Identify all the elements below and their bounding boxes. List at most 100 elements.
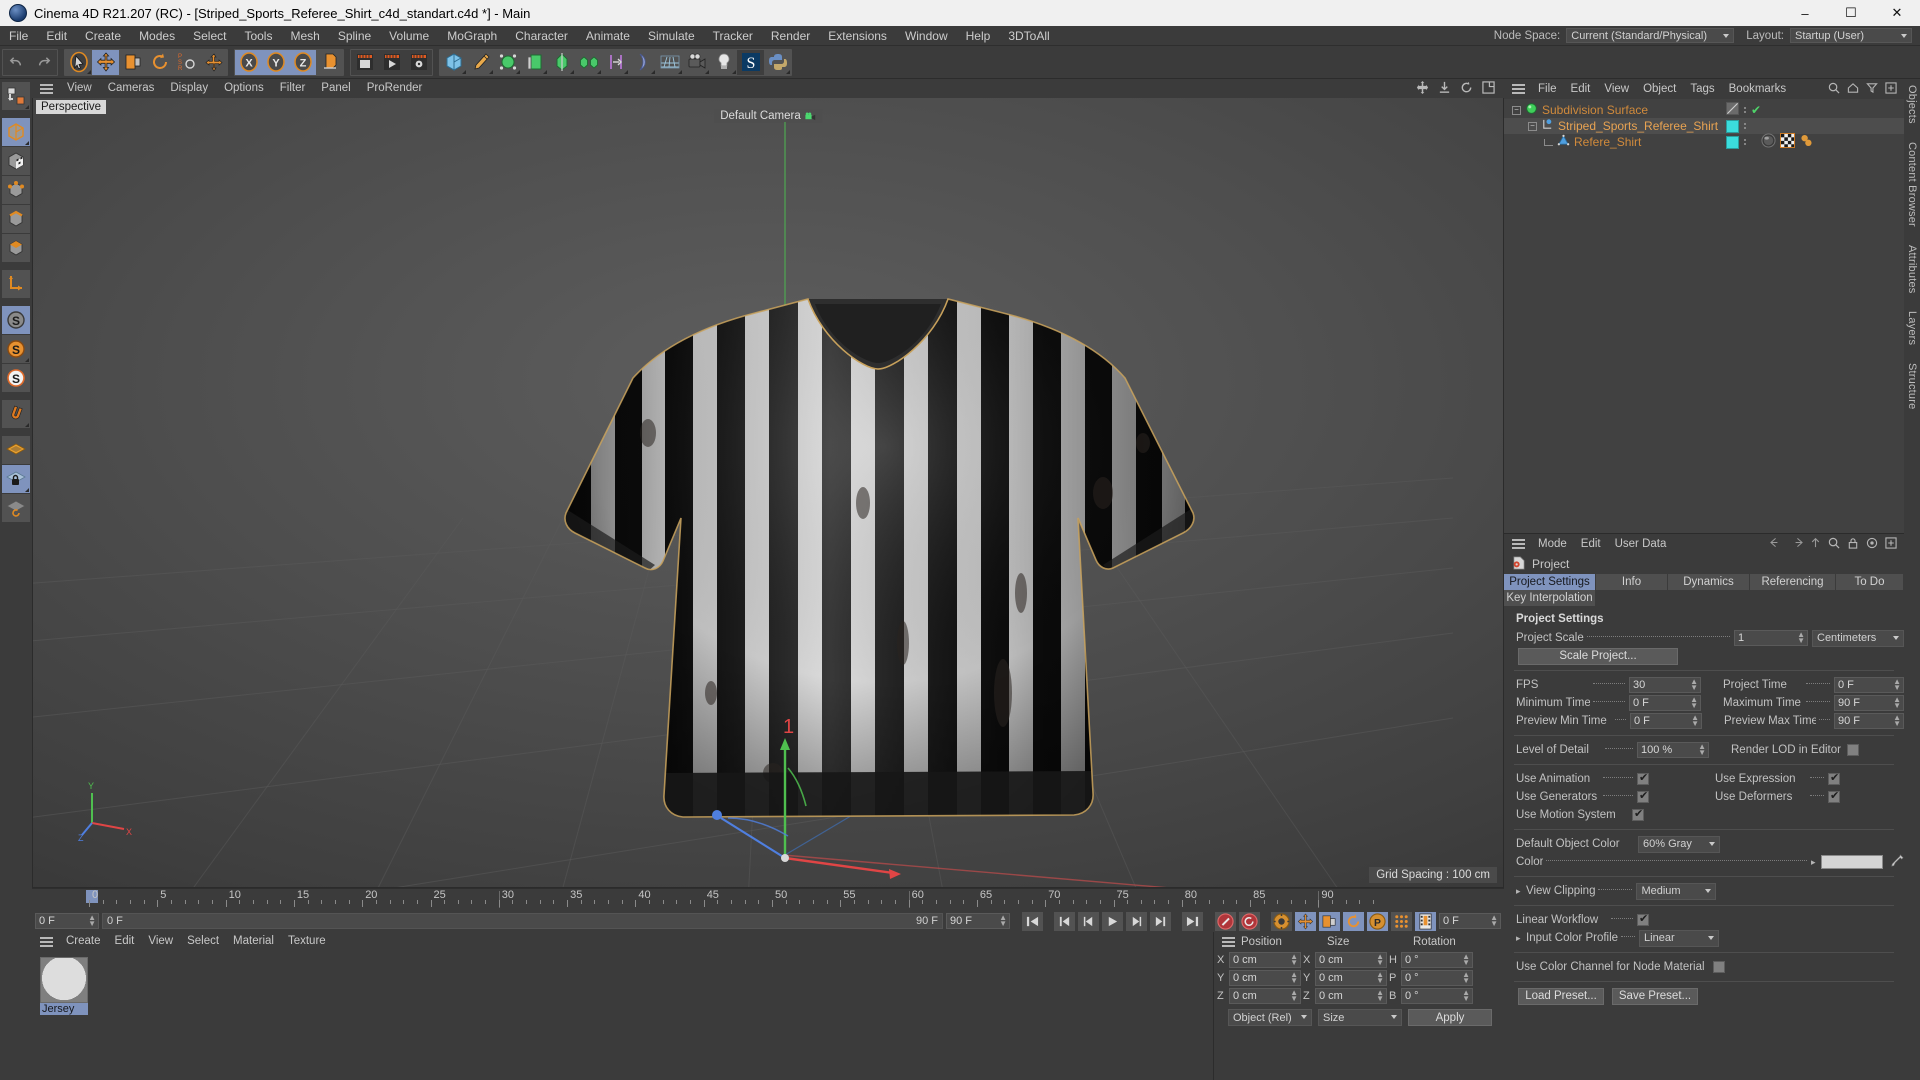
select-tool-icon[interactable] xyxy=(65,49,92,75)
pan-view-icon[interactable] xyxy=(1416,80,1429,97)
key-rotation-icon[interactable] xyxy=(1343,911,1364,931)
object-add-panel-icon[interactable] xyxy=(1885,81,1897,97)
object-name[interactable]: Refere_Shirt xyxy=(1574,135,1641,149)
points-mode-icon[interactable] xyxy=(2,176,30,204)
object-home-icon[interactable] xyxy=(1847,82,1859,97)
object-row-subdivision-surface[interactable]: − Subdivision Surface ✔ xyxy=(1504,102,1904,118)
rotation-p-input[interactable]: 0 ° ▲ ▼ xyxy=(1401,970,1473,986)
light-icon[interactable] xyxy=(710,49,737,75)
maximum-time-input[interactable]: 90 F ▲ ▼ xyxy=(1834,695,1904,711)
autokeying-icon[interactable] xyxy=(1239,911,1260,931)
world-coordinate-icon[interactable] xyxy=(316,49,343,75)
rotation-h-spinner[interactable]: ▲ ▼ xyxy=(1462,953,1470,967)
layout-select[interactable]: Startup (User) xyxy=(1790,28,1912,43)
coordinates-hamburger-icon[interactable] xyxy=(1222,935,1235,949)
apply-button[interactable]: Apply xyxy=(1408,1009,1492,1026)
viewport-menu-display[interactable]: Display xyxy=(162,79,216,98)
menu-item-render[interactable]: Render xyxy=(762,26,819,46)
array-generator-icon[interactable] xyxy=(521,49,548,75)
menu-item-window[interactable]: Window xyxy=(896,26,957,46)
timeline-ruler[interactable]: 0 5 10 15 20 25 30 35 40 45 50 55 60 65 70 75 80 85 90 xyxy=(32,888,1504,910)
fps-input[interactable]: 30 ▲ ▼ xyxy=(1629,677,1701,693)
workplane-align-icon[interactable] xyxy=(2,494,30,522)
uvw-tag-icon[interactable] xyxy=(1780,133,1795,151)
attr-back-icon[interactable] xyxy=(1770,537,1783,551)
attribute-hamburger-icon[interactable] xyxy=(1512,537,1525,551)
deformer-icon[interactable] xyxy=(602,49,629,75)
axis-modify-icon[interactable] xyxy=(2,270,30,298)
material-menu-create[interactable]: Create xyxy=(59,932,108,951)
phong-tag-icon[interactable] xyxy=(1799,133,1814,151)
attr-up-icon[interactable] xyxy=(1810,537,1821,551)
viewport-menu-cameras[interactable]: Cameras xyxy=(100,79,163,98)
world-object-axis-icon[interactable] xyxy=(200,49,227,75)
menu-item-3dtoall[interactable]: 3DToAll xyxy=(999,26,1058,46)
undo-icon[interactable] xyxy=(3,49,30,75)
object-tree[interactable]: − Subdivision Surface ✔ − Striped_Sports… xyxy=(1504,99,1904,533)
enable-snapping-icon[interactable]: S xyxy=(2,306,30,334)
menu-item-simulate[interactable]: Simulate xyxy=(639,26,704,46)
spline-pen-icon[interactable] xyxy=(467,49,494,75)
attr-menu-mode[interactable]: Mode xyxy=(1531,534,1574,554)
position-z-input[interactable]: 0 cm ▲ ▼ xyxy=(1229,988,1301,1004)
keyframe-selection-icon[interactable] xyxy=(1271,911,1292,931)
end-frame-input[interactable]: 90 F ▲ ▼ xyxy=(946,913,1010,929)
menu-item-extensions[interactable]: Extensions xyxy=(819,26,896,46)
viewport-menu-panel[interactable]: Panel xyxy=(313,79,358,98)
side-tab-attributes[interactable]: Attributes xyxy=(1906,245,1918,293)
coordinate-size-select[interactable]: Size xyxy=(1318,1009,1402,1026)
current-frame-spinner[interactable]: ▲ ▼ xyxy=(88,914,96,928)
size-y-input[interactable]: 0 cm ▲ ▼ xyxy=(1315,970,1387,986)
transform-gizmo[interactable]: 1 xyxy=(633,688,933,888)
workplane-icon[interactable] xyxy=(2,436,30,464)
position-y-spinner[interactable]: ▲ ▼ xyxy=(1290,971,1298,985)
point-level-animation-icon[interactable] xyxy=(1391,911,1412,931)
enabled-check-icon[interactable]: ✔ xyxy=(1751,103,1761,117)
tab-info[interactable]: Info xyxy=(1596,574,1668,590)
size-z-spinner[interactable]: ▲ ▼ xyxy=(1376,989,1384,1003)
material-name[interactable]: Jersey xyxy=(40,1003,88,1015)
object-row-striped-sports-referee-shirt[interactable]: − Striped_Sports_Referee_Shirt xyxy=(1504,118,1904,134)
load-preset-button[interactable]: Load Preset... xyxy=(1518,987,1604,1005)
attr-forward-icon[interactable] xyxy=(1790,537,1803,551)
viewport-menu-prorender[interactable]: ProRender xyxy=(359,79,431,98)
minimum-time-spinner[interactable]: ▲ ▼ xyxy=(1690,696,1698,710)
rotation-b-spinner[interactable]: ▲ ▼ xyxy=(1462,989,1470,1003)
attr-target-icon[interactable] xyxy=(1866,537,1878,552)
close-button[interactable]: ✕ xyxy=(1874,0,1920,26)
side-tab-content-browser[interactable]: Content Browser xyxy=(1906,142,1918,227)
attr-menu-user-data[interactable]: User Data xyxy=(1608,534,1674,554)
go-to-end-button[interactable] xyxy=(1182,911,1203,931)
menu-item-tools[interactable]: Tools xyxy=(235,26,281,46)
material-menu-select[interactable]: Select xyxy=(180,932,226,951)
preview-max-spinner[interactable]: ▲ ▼ xyxy=(1893,714,1901,728)
render-settings-icon[interactable] xyxy=(405,49,432,75)
view-clipping-expand-arrow-icon[interactable]: ▸ xyxy=(1516,886,1526,897)
play-button[interactable] xyxy=(1102,911,1123,931)
floor-environment-icon[interactable] xyxy=(656,49,683,75)
key-parameter-icon[interactable]: P xyxy=(1367,911,1388,931)
zoom-view-icon[interactable] xyxy=(1438,81,1451,97)
project-unit-select[interactable]: Centimeters xyxy=(1812,629,1904,647)
object-filter-icon[interactable] xyxy=(1866,82,1878,97)
material-preview-swatch[interactable] xyxy=(40,957,88,1003)
viewport-3d[interactable]: Perspective Default Camera 1 Y X Z Grid … xyxy=(32,98,1504,888)
coordinate-mode-select[interactable]: Object (Rel) xyxy=(1228,1009,1312,1026)
tab-dynamics[interactable]: Dynamics xyxy=(1668,574,1750,590)
lock-y-axis-icon[interactable]: Y xyxy=(262,49,289,75)
input-color-profile-select[interactable]: Linear xyxy=(1639,929,1720,947)
side-tab-structure[interactable]: Structure xyxy=(1906,363,1918,409)
snap-settings-icon[interactable]: S xyxy=(2,335,30,363)
attr-search-icon[interactable] xyxy=(1828,537,1840,552)
preview-max-input[interactable]: 90 F ▲ ▼ xyxy=(1834,713,1904,729)
expand-toggle-icon[interactable]: − xyxy=(1528,121,1537,131)
rotation-h-input[interactable]: 0 ° ▲ ▼ xyxy=(1401,952,1473,968)
lock-x-axis-icon[interactable]: X xyxy=(235,49,262,75)
object-menu-edit[interactable]: Edit xyxy=(1564,79,1598,99)
project-scale-input[interactable]: 1 ▲ ▼ xyxy=(1734,630,1808,646)
edges-mode-icon[interactable] xyxy=(2,205,30,233)
viewport-menu-view[interactable]: View xyxy=(59,79,100,98)
object-menu-bookmarks[interactable]: Bookmarks xyxy=(1722,79,1794,99)
minimum-time-input[interactable]: 0 F ▲ ▼ xyxy=(1629,695,1701,711)
frame-right-input[interactable]: 0 F ▲ ▼ xyxy=(1439,913,1501,929)
